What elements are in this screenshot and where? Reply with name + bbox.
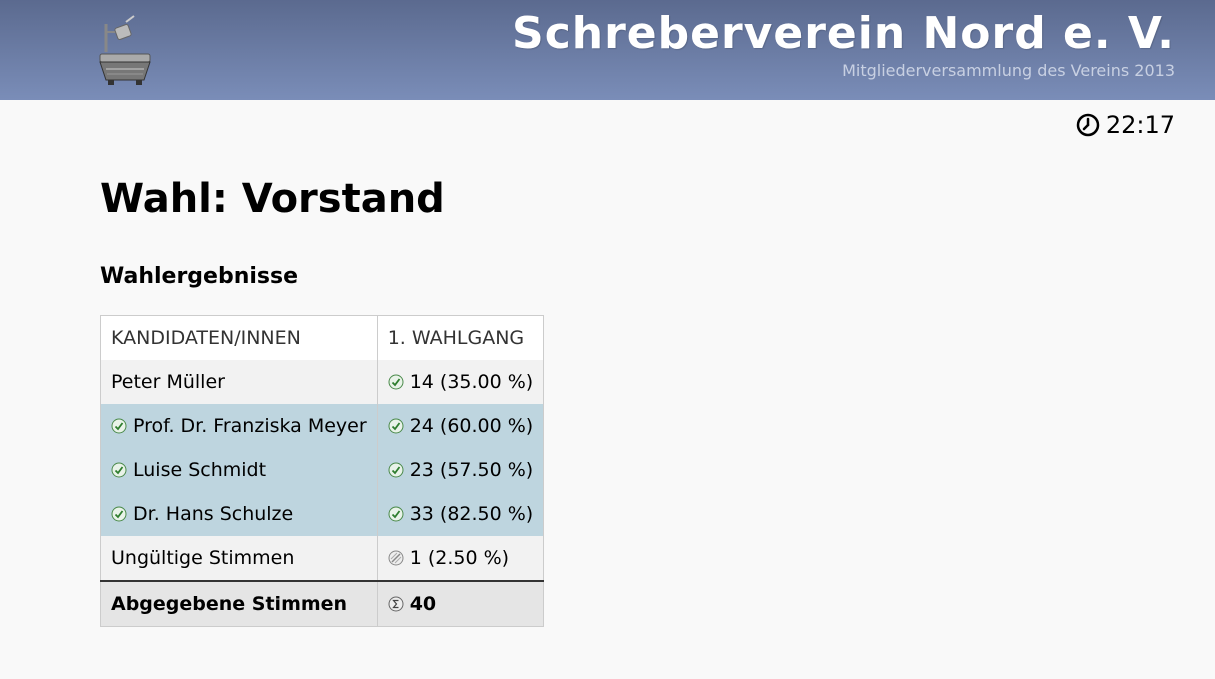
- candidate-name: Luise Schmidt: [100, 448, 378, 492]
- section-title: Wahlergebnisse: [100, 264, 299, 289]
- check-icon: [388, 506, 404, 522]
- clock-time: 22:17: [1105, 111, 1175, 139]
- sum-icon: [388, 596, 404, 612]
- candidate-result: 23 (57.50 %): [377, 448, 545, 492]
- check-icon: [388, 462, 404, 478]
- candidate-result: 14 (35.00 %): [377, 360, 545, 404]
- site-header: Schreberverein Nord e. V. Mitgliedervers…: [0, 0, 1215, 100]
- site-title: Schreberverein Nord e. V.: [512, 8, 1175, 59]
- table-header-row: KANDIDATEN/INNEN 1. WAHLGANG: [100, 315, 545, 360]
- check-icon: [111, 506, 127, 522]
- invalid-votes-row: Ungültige Stimmen 1 (2.50 %): [100, 536, 545, 581]
- candidate-name: Prof. Dr. Franziska Meyer: [100, 404, 378, 448]
- table-row: Dr. Hans Schulze 33 (82.50 %): [100, 492, 545, 536]
- invalid-votes-value: 1 (2.50 %): [377, 536, 545, 581]
- clock-icon: [1076, 113, 1100, 137]
- site-subtitle: Mitgliederversammlung des Vereins 2013: [842, 61, 1175, 80]
- total-votes-row: Abgegebene Stimmen 40: [100, 580, 545, 627]
- column-header-candidates: KANDIDATEN/INNEN: [100, 315, 378, 360]
- clock: 22:17: [1076, 111, 1175, 139]
- table-row: Prof. Dr. Franziska Meyer 24 (60.00 %): [100, 404, 545, 448]
- candidate-result: 24 (60.00 %): [377, 404, 545, 448]
- check-icon: [388, 418, 404, 434]
- check-icon: [111, 418, 127, 434]
- invalid-votes-label: Ungültige Stimmen: [100, 536, 378, 581]
- table-row: Peter Müller 14 (35.00 %): [100, 360, 545, 404]
- invalid-icon: [388, 550, 404, 566]
- page-title: Wahl: Vorstand: [100, 176, 445, 222]
- column-header-round1: 1. WAHLGANG: [377, 315, 545, 360]
- check-icon: [111, 462, 127, 478]
- candidate-name: Dr. Hans Schulze: [100, 492, 378, 536]
- results-table: KANDIDATEN/INNEN 1. WAHLGANG Peter Mülle…: [100, 315, 545, 627]
- total-votes-label: Abgegebene Stimmen: [100, 580, 378, 627]
- candidate-name: Peter Müller: [100, 360, 378, 404]
- total-votes-value: 40: [377, 580, 545, 627]
- check-icon: [388, 374, 404, 390]
- table-row: Luise Schmidt 23 (57.50 %): [100, 448, 545, 492]
- projector-logo-icon: [99, 15, 151, 85]
- candidate-result: 33 (82.50 %): [377, 492, 545, 536]
